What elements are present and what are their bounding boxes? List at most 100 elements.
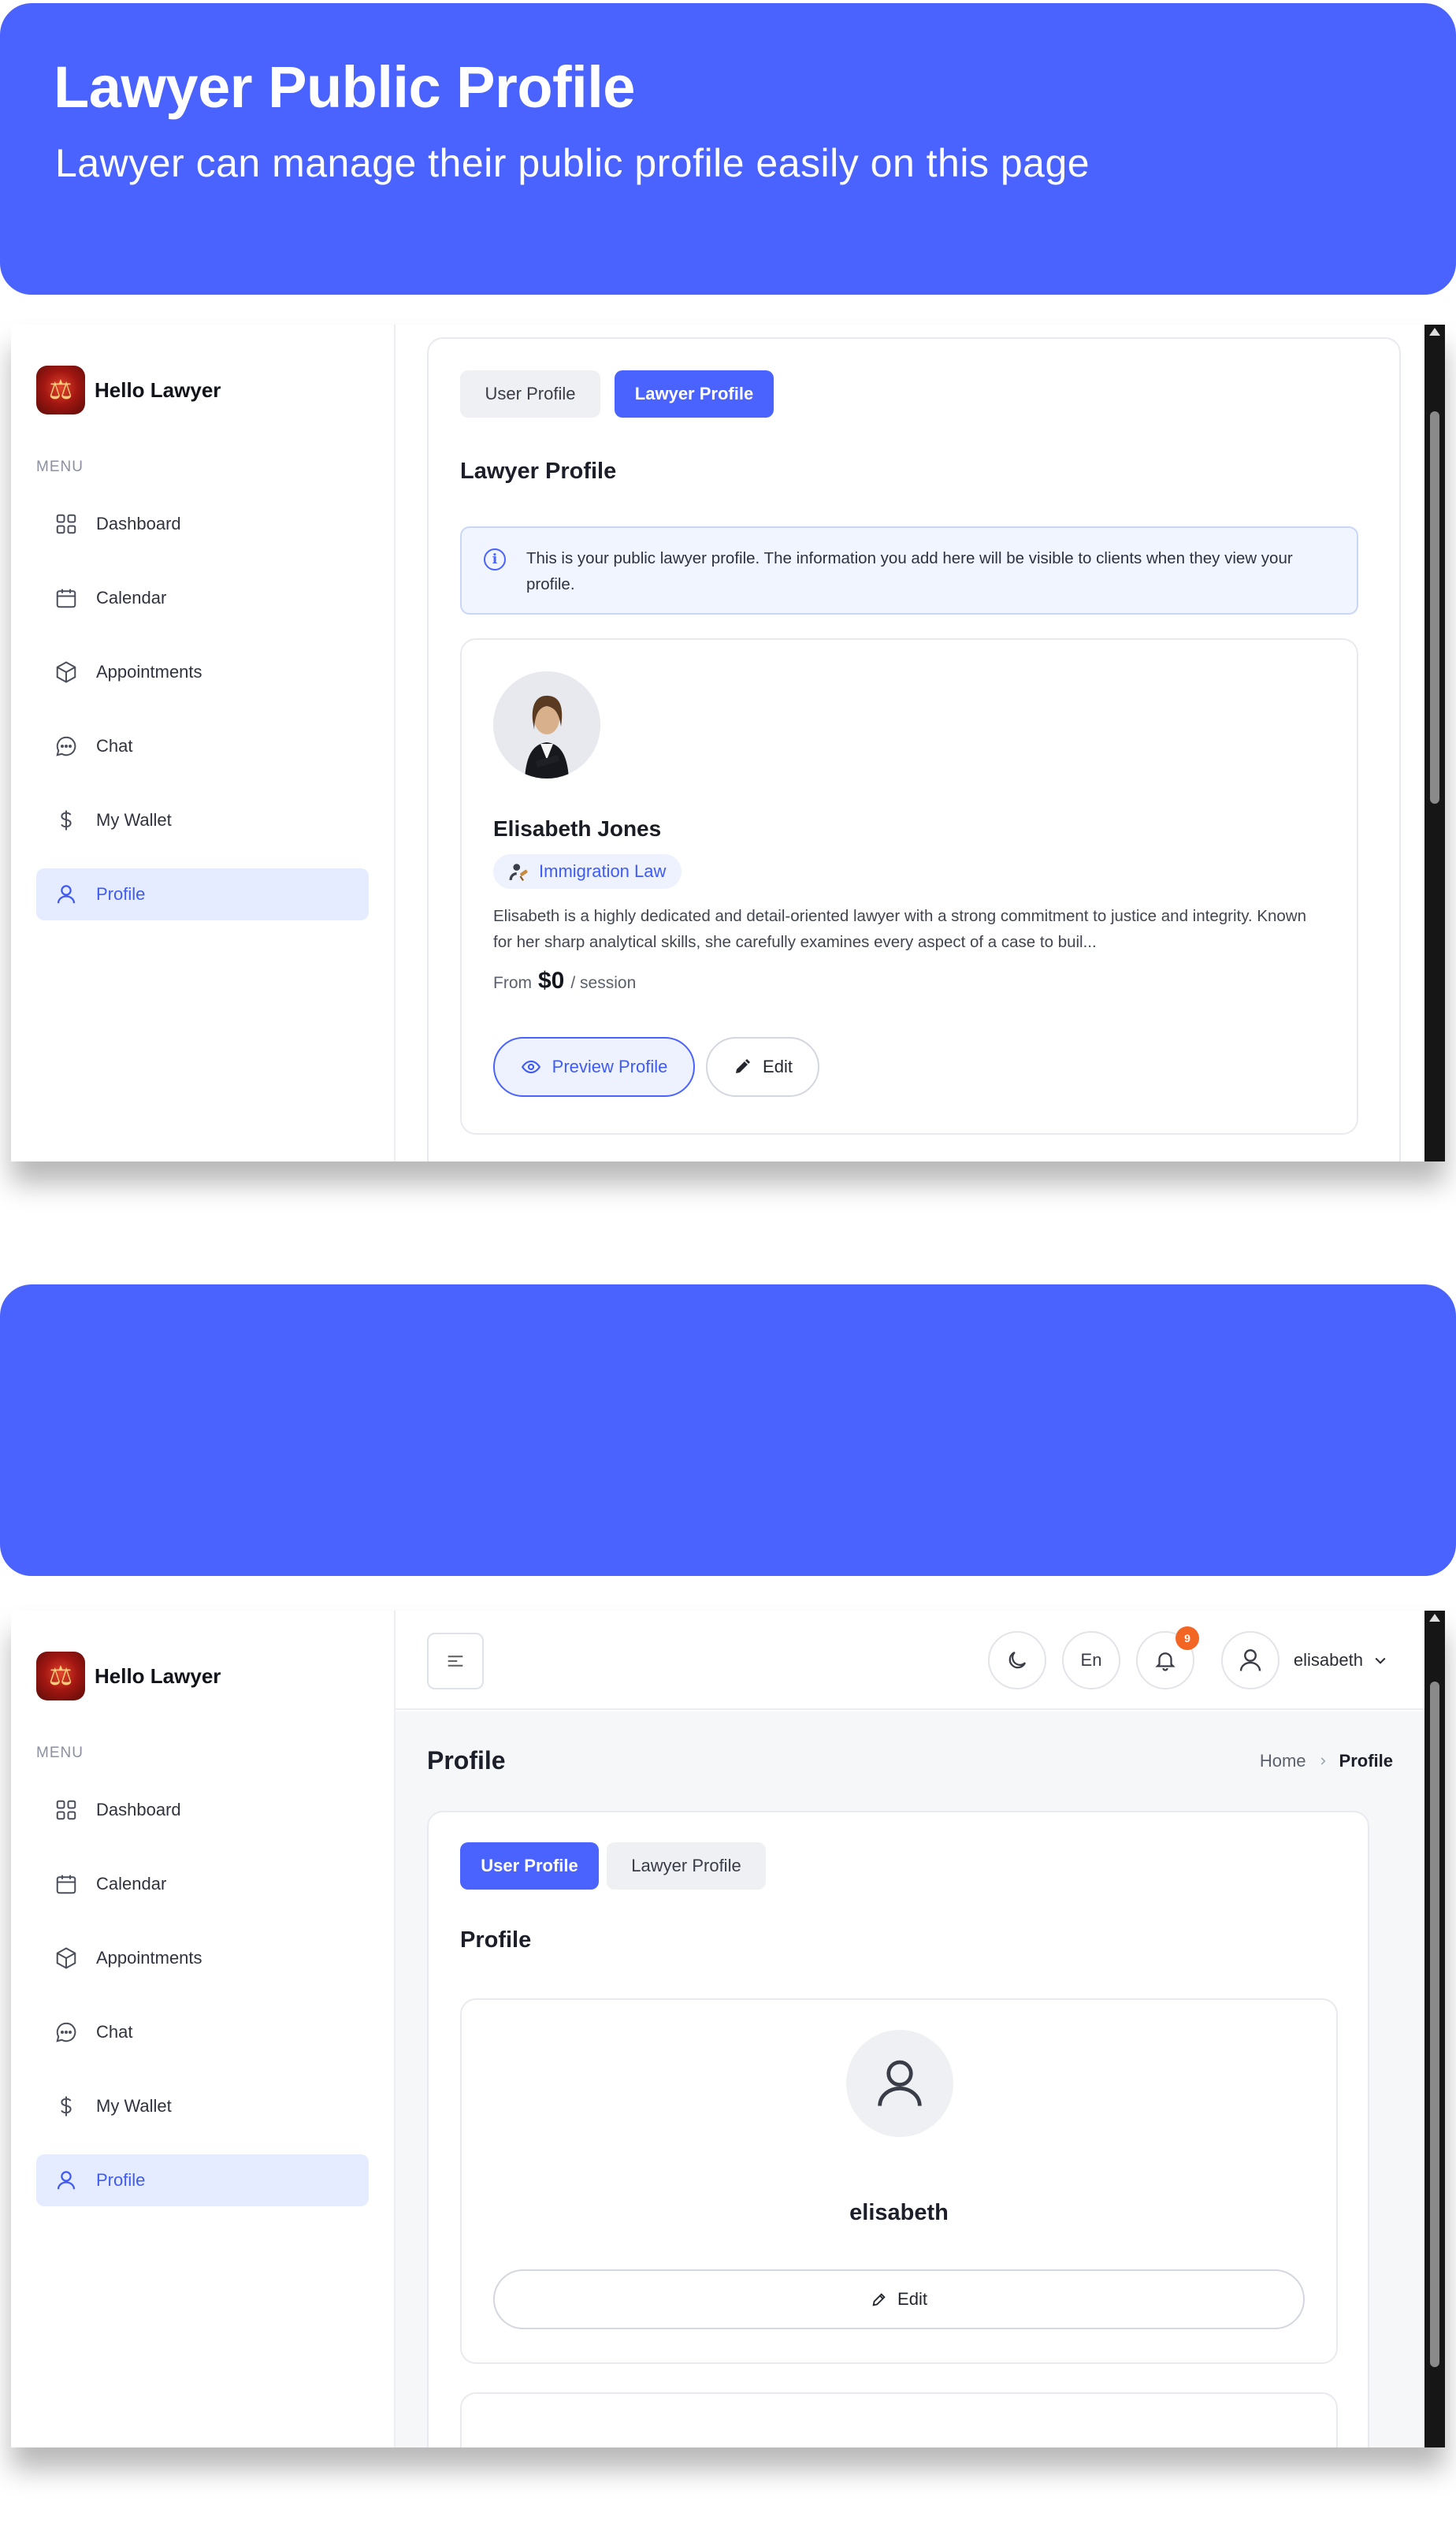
scrollbar[interactable] <box>1424 325 1445 1161</box>
sidebar-item-my-wallet[interactable]: My Wallet <box>36 2080 369 2132</box>
brand[interactable]: ⚖ Hello Lawyer <box>36 366 221 414</box>
sidebar-item-label: Appointments <box>96 1948 202 1968</box>
next-section-card <box>460 2392 1338 2447</box>
chat-bubble-icon <box>52 732 80 760</box>
header-banner: Lawyer Public Profile Lawyer can manage … <box>0 3 1456 295</box>
user-name: elisabeth <box>849 2200 949 2225</box>
tab-user-profile[interactable]: User Profile <box>460 370 600 418</box>
chevron-down-icon <box>1372 1652 1388 1668</box>
lawyer-bio: Elisabeth is a highly dedicated and deta… <box>493 907 1306 951</box>
user-icon <box>52 2166 80 2195</box>
user-placeholder-icon <box>878 2060 922 2106</box>
scales-of-justice-logo: ⚖ <box>36 1652 85 1700</box>
brand-name: Hello Lawyer <box>95 377 221 402</box>
sidebar-item-label: Calendar <box>96 588 167 608</box>
breadcrumb: Home Profile <box>1260 1751 1393 1771</box>
lawyer-photo-icon <box>493 671 600 779</box>
sidebar-item-dashboard[interactable]: Dashboard <box>36 498 369 550</box>
scrollbar[interactable] <box>1424 1611 1445 2447</box>
chat-bubble-icon <box>52 2018 80 2046</box>
sidebar-item-label: Chat <box>96 2022 133 2042</box>
sidebar-item-label: Profile <box>96 884 146 904</box>
sidebar-item-profile[interactable]: Profile <box>36 2154 369 2206</box>
edit-button[interactable]: Edit <box>493 2269 1305 2329</box>
menu-label: MENU <box>36 459 84 475</box>
scroll-up-arrow-icon[interactable] <box>1429 1614 1440 1622</box>
topbar: En 9 elisabeth <box>396 1611 1424 1710</box>
sidebar-nav: Dashboard Calendar Appointments Chat My … <box>36 498 369 942</box>
breadcrumb-home[interactable]: Home <box>1260 1751 1306 1771</box>
lawyer-summary-card: Elisabeth Jones Immigration Law Elisabet… <box>460 638 1358 1135</box>
banner-subtitle: Lawyer can manage their public profile e… <box>55 141 1090 185</box>
sidebar-nav: Dashboard Calendar Appointments Chat My … <box>36 1784 369 2228</box>
user-avatar <box>846 2030 953 2137</box>
sidebar-item-calendar[interactable]: Calendar <box>36 572 369 624</box>
profile-card: User Profile Lawyer Profile Lawyer Profi… <box>427 337 1401 1161</box>
username-label: elisabeth <box>1293 1650 1363 1670</box>
info-alert: i This is your public lawyer profile. Th… <box>460 526 1358 615</box>
user-summary-card: elisabeth Edit <box>460 1998 1338 2364</box>
lawyer-profile-screenshot: ⚖ Hello Lawyer MENU Dashboard Calendar A… <box>11 325 1445 1161</box>
lawyer-avatar <box>493 671 600 779</box>
notification-badge: 9 <box>1176 1626 1199 1650</box>
dollar-icon <box>52 806 80 834</box>
sidebar-item-label: Calendar <box>96 1874 167 1894</box>
sidebar-item-label: Chat <box>96 736 133 756</box>
sidebar-item-profile[interactable]: Profile <box>36 868 369 920</box>
brand-name: Hello Lawyer <box>95 1663 221 1688</box>
specialty-badge: Immigration Law <box>493 854 682 889</box>
page-content: Profile Home Profile User Profile Lawyer… <box>396 1711 1424 2447</box>
preview-profile-button[interactable]: Preview Profile <box>493 1037 695 1097</box>
pencil-icon <box>733 1057 752 1076</box>
chevron-right-icon <box>1317 1751 1328 1771</box>
scroll-thumb[interactable] <box>1430 1682 1439 2367</box>
scales-of-justice-logo: ⚖ <box>36 366 85 414</box>
preview-profile-label: Preview Profile <box>552 1057 668 1076</box>
info-icon: i <box>484 548 506 570</box>
sidebar-item-calendar[interactable]: Calendar <box>36 1858 369 1910</box>
sidebar-item-chat[interactable]: Chat <box>36 720 369 772</box>
gavel-user-icon <box>509 864 528 881</box>
tab-user-profile[interactable]: User Profile <box>460 1842 599 1890</box>
info-text: This is your public lawyer profile. The … <box>526 549 1293 593</box>
edit-label: Edit <box>897 2289 927 2309</box>
grid-icon <box>52 1796 80 1824</box>
user-profile-screenshot: ⚖ Hello Lawyer MENU Dashboard Calendar A… <box>11 1611 1445 2447</box>
tab-lawyer-profile[interactable]: Lawyer Profile <box>615 370 774 418</box>
brand[interactable]: ⚖ Hello Lawyer <box>36 1652 221 1700</box>
bell-icon <box>1155 1652 1176 1671</box>
edit-button[interactable]: Edit <box>706 1037 819 1097</box>
menu-toggle-icon[interactable] <box>427 1633 484 1689</box>
sidebar-item-my-wallet[interactable]: My Wallet <box>36 794 369 846</box>
session-price: From $0 / session <box>493 968 636 994</box>
user-icon <box>1239 1649 1261 1671</box>
notifications-button[interactable]: 9 <box>1136 1626 1199 1689</box>
scroll-up-arrow-icon[interactable] <box>1429 328 1440 336</box>
moon-icon <box>1008 1651 1027 1669</box>
sidebar-item-chat[interactable]: Chat <box>36 2006 369 2058</box>
section-title: Profile <box>460 1927 532 1953</box>
price-unit: / session <box>570 974 637 992</box>
sidebar-item-label: Dashboard <box>96 1800 181 1819</box>
price-prefix: From <box>493 974 532 992</box>
language-button[interactable]: En <box>1062 1631 1120 1689</box>
section-banner <box>0 1284 1456 1576</box>
scroll-thumb[interactable] <box>1430 411 1439 804</box>
sidebar-item-appointments[interactable]: Appointments <box>36 646 369 698</box>
calendar-icon <box>52 1870 80 1898</box>
sidebar: ⚖ Hello Lawyer MENU Dashboard Calendar A… <box>11 325 396 1161</box>
tab-lawyer-profile[interactable]: Lawyer Profile <box>607 1842 766 1890</box>
sidebar-item-appointments[interactable]: Appointments <box>36 1932 369 1984</box>
calendar-icon <box>52 584 80 612</box>
pencil-icon <box>871 2291 888 2308</box>
user-avatar <box>1220 1631 1280 1689</box>
eye-icon <box>521 1057 541 1077</box>
lawyer-name: Elisabeth Jones <box>493 816 662 841</box>
grid-icon <box>52 510 80 538</box>
edit-label: Edit <box>763 1057 793 1076</box>
menu-label: MENU <box>36 1745 84 1761</box>
dark-mode-toggle[interactable] <box>988 1631 1046 1689</box>
user-menu[interactable]: elisabeth <box>1220 1631 1388 1689</box>
page-title: Profile <box>427 1746 506 1775</box>
sidebar-item-dashboard[interactable]: Dashboard <box>36 1784 369 1836</box>
